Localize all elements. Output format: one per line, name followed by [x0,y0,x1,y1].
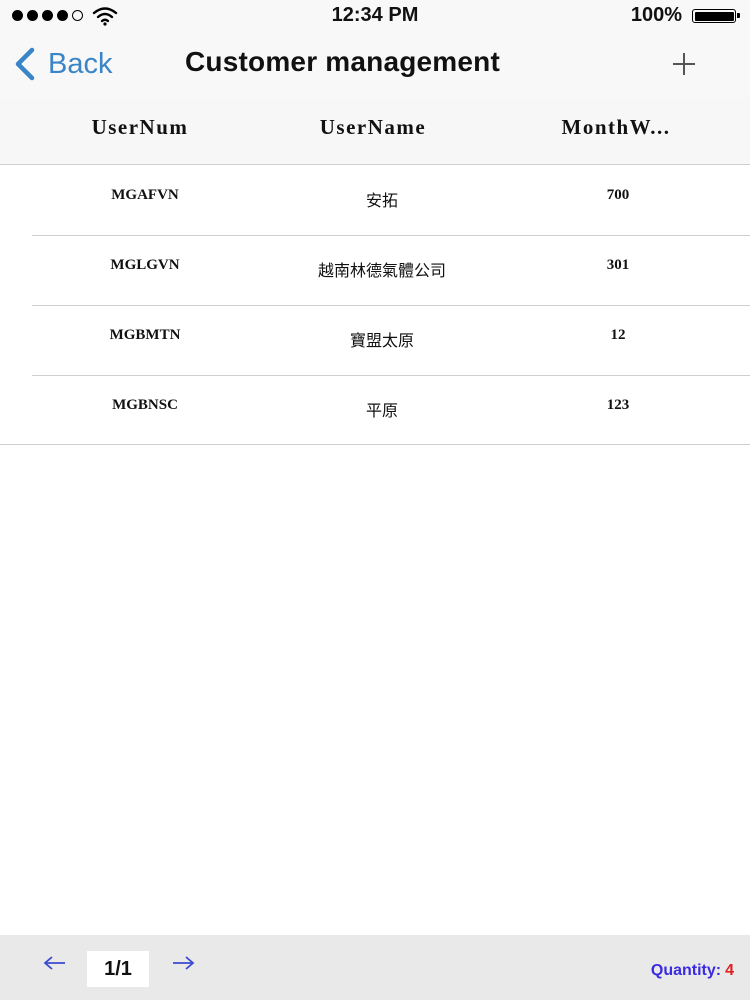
cell-username: 寶盟太原 [349,333,414,350]
cell-monthw: 12 [610,327,626,343]
quantity-label: Quantity: [650,962,722,979]
table-row[interactable]: MGLGVN 越南林德氣體公司 301 [0,235,750,306]
back-button[interactable]: Back [14,44,112,84]
table-row[interactable]: MGBNSC 平原 123 [0,375,750,445]
table-row[interactable]: MGAFVN 安拓 700 [0,165,750,236]
previous-page-button[interactable] [42,953,68,973]
cell-username: 平原 [365,403,398,420]
back-label: Back [48,47,113,80]
table-header: UserNum UserName MonthW... [0,98,750,165]
cell-username: 越南林德氣體公司 [317,263,446,280]
page-title: Customer management [185,46,500,77]
cell-username: 安拓 [365,193,398,210]
quantity-count: Quantity: 4 [651,962,734,980]
arrow-right-icon [173,956,195,970]
page-indicator: 1/1 [87,951,149,987]
cell-monthw: 301 [606,257,630,273]
column-header-username[interactable]: UserName [273,115,473,140]
add-customer-button[interactable] [668,48,700,80]
column-header-usernum[interactable]: UserNum [40,115,240,140]
cell-usernum: MGAFVN [111,187,179,203]
cell-usernum: MGLGVN [110,257,180,273]
cell-monthw: 123 [606,397,630,413]
battery-percentage: 100% [630,4,682,26]
arrow-left-icon [43,956,65,970]
next-page-button[interactable] [170,953,196,973]
battery-icon [692,9,740,23]
navigation-bar: Back Customer management [0,30,750,98]
plus-icon [673,53,695,75]
table-row[interactable]: MGBMTN 寶盟太原 12 [0,305,750,376]
quantity-value: 4 [725,962,734,979]
pagination-toolbar: 1/1 Quantity: 4 [0,935,750,1000]
cell-usernum: MGBNSC [112,397,178,413]
customer-table: MGAFVN 安拓 700 MGLGVN 越南林德氣體公司 301 MGBMTN… [0,165,750,445]
column-header-monthw[interactable]: MonthW... [516,115,716,140]
cell-usernum: MGBMTN [109,327,181,343]
back-chevron-icon [15,47,35,81]
status-bar: 12:34 PM 100% [0,0,750,30]
cell-monthw: 700 [606,187,630,203]
